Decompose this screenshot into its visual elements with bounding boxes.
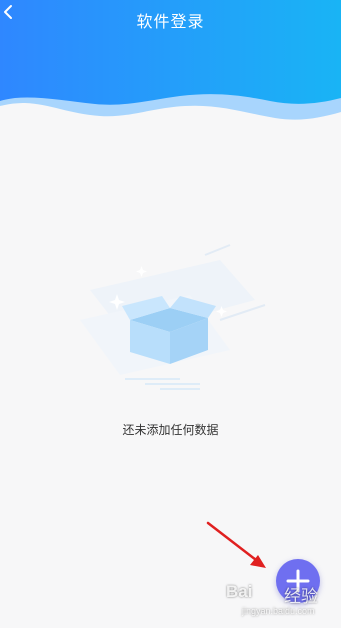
header-banner: 软件登录 <box>0 0 341 135</box>
empty-state-message: 还未添加任何数据 <box>122 423 219 437</box>
watermark-url: jingyan.baidu.com <box>242 606 315 616</box>
empty-box-icon <box>80 244 266 390</box>
watermark: Bai 经验 jingyan.baidu.com <box>222 580 340 626</box>
page-title: 软件登录 <box>136 12 205 31</box>
red-arrow-annotation <box>206 521 266 568</box>
watermark-logo: Bai <box>226 582 253 601</box>
watermark-label: 经验 <box>284 587 318 607</box>
